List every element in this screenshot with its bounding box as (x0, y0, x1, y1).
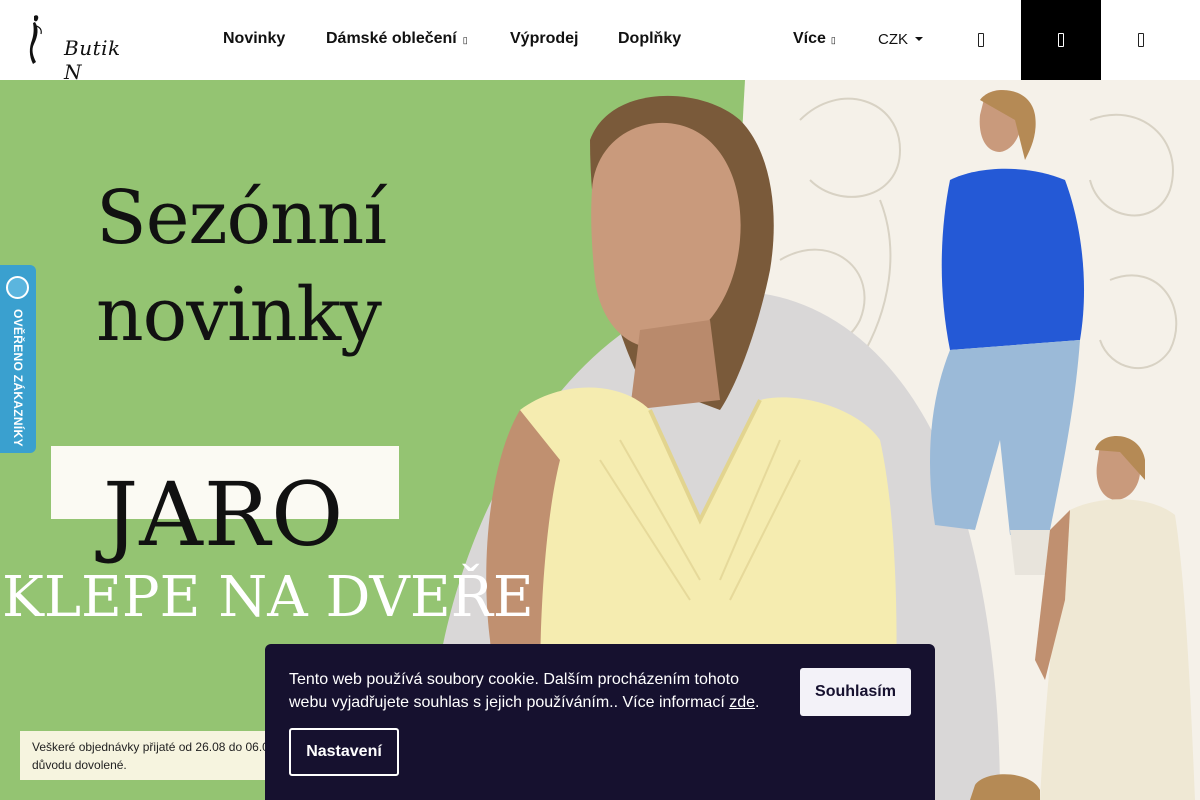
nav-item-damske-obleceni[interactable]: Dámské oblečení ▯ (326, 30, 468, 48)
site-header: Butik N Novinky Dámské oblečení ▯ Výprode… (0, 0, 1200, 84)
badge-label: OVĚŘENO ZÁKAZNÍKY (11, 309, 25, 447)
nav-label: Dámské oblečení (326, 30, 457, 47)
logo[interactable]: Butik N (24, 10, 120, 84)
nav-label: Novinky (223, 30, 286, 47)
hero-title-line2: novinky (96, 272, 382, 358)
cookie-text: Tento web používá soubory cookie. Dalším… (289, 671, 740, 711)
nav-item-vyprodej[interactable]: Výprodej (510, 30, 578, 48)
nav-label: Doplňky (618, 30, 682, 47)
hero-title-line1: Sezónní (96, 175, 387, 261)
vacation-notice: Veškeré objednávky přijaté od 26.08 do 0… (20, 731, 280, 780)
cart-icon (1138, 33, 1144, 47)
nav-label: Více (793, 30, 826, 47)
nav-item-doplnky[interactable]: Doplňky (618, 30, 681, 48)
cookie-more-info-link[interactable]: zde (729, 694, 755, 711)
cookie-settings-button[interactable]: Nastavení (289, 728, 399, 776)
currency-label: CZK (878, 31, 908, 48)
cookie-message: Tento web používá soubory cookie. Dalším… (289, 668, 779, 714)
hero-subline: KLEPE NA DVEŘE (2, 565, 534, 630)
cookie-accept-button[interactable]: Souhlasím (800, 668, 911, 716)
notice-line1: Veškeré objednávky přijaté od 26.08 do 0… (32, 740, 269, 754)
logo-text: Butik N (64, 36, 121, 84)
search-icon (978, 33, 984, 47)
cart-button[interactable] (1101, 0, 1181, 80)
hero-highlight-text: JARO (103, 463, 345, 566)
currency-selector[interactable]: CZK (878, 31, 923, 48)
user-icon (1058, 33, 1064, 47)
nav-item-novinky[interactable]: Novinky (223, 30, 285, 48)
chevron-down-icon (915, 37, 923, 42)
page: Butik N Novinky Dámské oblečení ▯ Výprode… (0, 0, 1200, 800)
nav-item-vice[interactable]: Více ▯ (793, 30, 836, 48)
cookie-suffix: . (755, 694, 760, 711)
cookie-consent-bar: Tento web používá soubory cookie. Dalším… (265, 644, 935, 800)
verified-customers-badge[interactable]: OVĚŘENO ZÁKAZNÍKY (0, 265, 36, 453)
search-button[interactable] (941, 0, 1021, 80)
dropdown-caret-icon: ▯ (830, 35, 836, 45)
nav-label: Výprodej (510, 30, 579, 47)
user-button[interactable] (1021, 0, 1101, 80)
notice-line2: důvodu dovolené. (32, 758, 127, 772)
verified-seal-icon (6, 276, 29, 299)
dropdown-caret-icon: ▯ (462, 35, 468, 45)
